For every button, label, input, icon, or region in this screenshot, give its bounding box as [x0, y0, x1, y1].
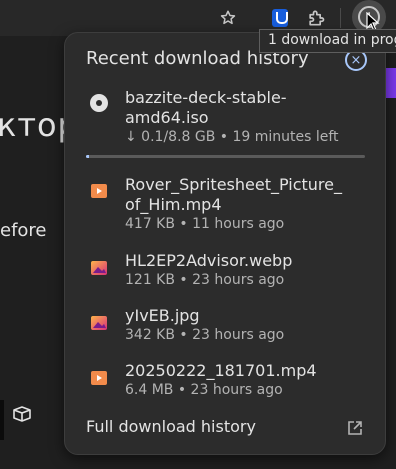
download-meta: 6.4 MB • 23 hours ago	[125, 382, 283, 398]
download-item[interactable]: 20250222_181701.mp4 6.4 MB • 23 hours ag…	[65, 360, 387, 404]
disc-image-icon	[90, 94, 108, 112]
full-download-history-link[interactable]: Full download history	[86, 417, 256, 436]
download-progress-text: ↓ 0.1/8.8 GB • 19 minutes left	[125, 129, 339, 145]
image-file-icon	[91, 261, 107, 275]
download-filename: 20250222_181701.mp4	[125, 361, 317, 380]
downloads-tooltip: 1 download in progress	[259, 29, 396, 53]
active-download-item[interactable]: bazzite-deck-stable- amd64.iso ↓ 0.1/8.8…	[65, 85, 387, 165]
bookmark-star-icon[interactable]	[214, 4, 242, 32]
video-file-icon	[91, 371, 107, 385]
download-item[interactable]: Rover_Spritesheet_Picture_ of_Him.mp4 41…	[65, 173, 387, 235]
image-file-icon	[91, 316, 107, 330]
download-filename: bazzite-deck-stable- amd64.iso	[125, 88, 287, 127]
page-text-fragment: efore	[0, 220, 47, 241]
toolbar-divider	[340, 8, 341, 28]
download-meta: 342 KB • 23 hours ago	[125, 327, 285, 343]
page-left-edge	[0, 400, 4, 440]
bitwarden-extension-icon[interactable]	[266, 4, 294, 32]
video-file-icon	[91, 184, 107, 198]
download-progress-bar	[86, 155, 365, 158]
open-external-icon[interactable]	[346, 419, 364, 437]
download-item[interactable]: HL2EP2Advisor.webp 121 KB • 23 hours ago	[65, 249, 387, 293]
download-meta: 121 KB • 23 hours ago	[125, 272, 285, 288]
extensions-puzzle-icon[interactable]	[302, 4, 330, 32]
download-filename: Rover_Spritesheet_Picture_ of_Him.mp4	[125, 175, 342, 214]
package-box-icon	[13, 406, 31, 422]
download-filename: yIvEB.jpg	[125, 306, 200, 325]
download-item[interactable]: yIvEB.jpg 342 KB • 23 hours ago	[65, 304, 387, 348]
download-progress-fill	[86, 155, 90, 158]
download-history-popup: Recent download history × bazzite-deck-s…	[64, 32, 386, 455]
download-filename: HL2EP2Advisor.webp	[125, 251, 293, 270]
download-meta: 417 KB • 11 hours ago	[125, 216, 285, 232]
